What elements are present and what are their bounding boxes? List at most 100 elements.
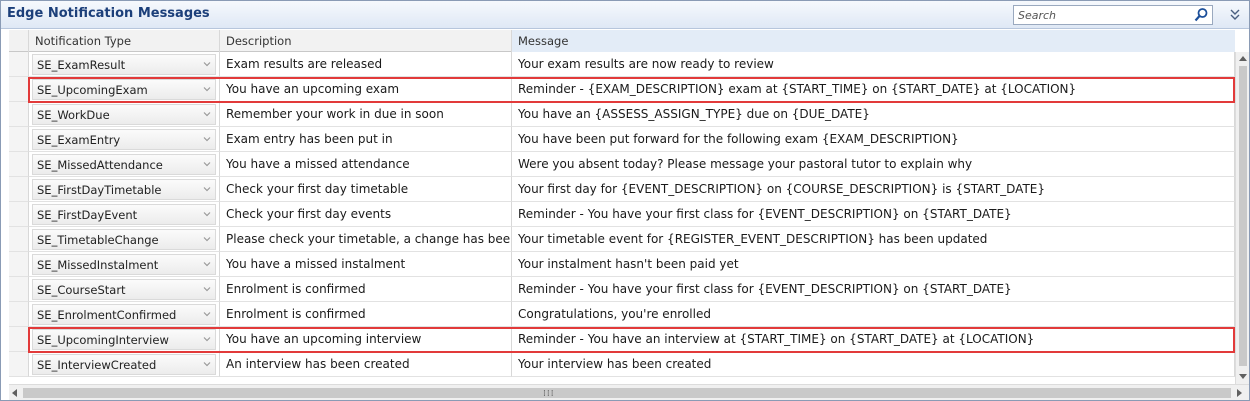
table-row[interactable]: SE_TimetableChange Please check your time… [9, 227, 1235, 252]
chevron-down-icon[interactable] [202, 134, 212, 144]
message-cell[interactable]: You have been put forward for the follow… [512, 127, 1235, 152]
message-cell[interactable]: Reminder - {EXAM_DESCRIPTION} exam at {S… [512, 77, 1235, 102]
vertical-scrollbar[interactable] [1235, 52, 1249, 385]
table-row[interactable]: SE_UpcomingInterview You have an upcoming… [9, 327, 1235, 352]
message-cell[interactable]: Your instalment hasn't been paid yet [512, 252, 1235, 277]
scroll-down-icon[interactable] [1239, 374, 1247, 379]
row-selector[interactable] [9, 152, 29, 177]
scroll-left-icon[interactable] [12, 389, 17, 397]
description-cell[interactable]: You have a missed instalment [220, 252, 512, 277]
message-cell[interactable]: Reminder - You have your first class for… [512, 202, 1235, 227]
row-selector[interactable] [9, 77, 29, 102]
table-row[interactable]: SE_MissedInstalment You have a missed ins… [9, 252, 1235, 277]
chevron-down-icon[interactable] [202, 84, 212, 94]
table-row[interactable]: SE_MissedAttendance You have a missed att… [9, 152, 1235, 177]
description-cell[interactable]: Enrolment is confirmed [220, 302, 512, 327]
message-cell[interactable]: Reminder - You have your first class for… [512, 277, 1235, 302]
notification-type-dropdown[interactable]: SE_InterviewCreated [32, 354, 216, 375]
notification-type-cell[interactable]: SE_MissedInstalment [29, 252, 220, 277]
row-selector[interactable] [9, 52, 29, 77]
notification-type-dropdown[interactable]: SE_WorkDue [32, 104, 216, 125]
notification-type-cell[interactable]: SE_ExamResult [29, 52, 220, 77]
message-cell[interactable]: Reminder - You have an interview at {STA… [512, 327, 1235, 352]
row-selector[interactable] [9, 327, 29, 352]
chevron-down-icon[interactable] [202, 359, 212, 369]
notification-type-cell[interactable]: SE_InterviewCreated [29, 352, 220, 377]
chevron-down-icon[interactable] [202, 284, 212, 294]
notification-type-dropdown[interactable]: SE_UpcomingExam [32, 79, 216, 100]
chevron-down-icon[interactable] [202, 334, 212, 344]
table-row[interactable]: SE_WorkDue Remember your work in due in s… [9, 102, 1235, 127]
table-row[interactable]: SE_FirstDayTimetable Check your first day… [9, 177, 1235, 202]
description-cell[interactable]: You have a missed attendance [220, 152, 512, 177]
table-row[interactable]: SE_ExamResult Exam results are released Yo… [9, 52, 1235, 77]
notification-type-dropdown[interactable]: SE_EnrolmentConfirmed [32, 304, 216, 325]
description-cell[interactable]: Check your first day events [220, 202, 512, 227]
notification-type-dropdown[interactable]: SE_ExamEntry [32, 129, 216, 150]
notification-type-cell[interactable]: SE_UpcomingInterview [29, 327, 220, 352]
notification-type-cell[interactable]: SE_EnrolmentConfirmed [29, 302, 220, 327]
description-cell[interactable]: You have an upcoming interview [220, 327, 512, 352]
message-cell[interactable]: You have an {ASSESS_ASSIGN_TYPE} due on … [512, 102, 1235, 127]
chevron-down-icon[interactable] [202, 309, 212, 319]
notification-type-dropdown[interactable]: SE_ExamResult [32, 54, 216, 75]
notification-type-cell[interactable]: SE_CourseStart [29, 277, 220, 302]
scroll-right-icon[interactable] [1237, 389, 1242, 397]
message-cell[interactable]: Your interview has been created [512, 352, 1235, 377]
search-icon[interactable] [1193, 7, 1209, 23]
message-cell[interactable]: Your timetable event for {REGISTER_EVENT… [512, 227, 1235, 252]
row-selector[interactable] [9, 227, 29, 252]
search-input[interactable] [1014, 6, 1190, 24]
notification-type-dropdown[interactable]: SE_MissedInstalment [32, 254, 216, 275]
row-selector[interactable] [9, 302, 29, 327]
notification-type-dropdown[interactable]: SE_TimetableChange [32, 229, 216, 250]
row-selector[interactable] [9, 252, 29, 277]
notification-type-dropdown[interactable]: SE_MissedAttendance [32, 154, 216, 175]
vertical-scroll-thumb[interactable] [1239, 66, 1247, 366]
search-box[interactable] [1013, 5, 1213, 25]
chevron-down-icon[interactable] [202, 159, 212, 169]
notification-type-cell[interactable]: SE_ExamEntry [29, 127, 220, 152]
message-cell[interactable]: Your first day for {EVENT_DESCRIPTION} o… [512, 177, 1235, 202]
notification-type-cell[interactable]: SE_MissedAttendance [29, 152, 220, 177]
row-selector[interactable] [9, 127, 29, 152]
message-cell[interactable]: Your exam results are now ready to revie… [512, 52, 1235, 77]
notification-type-cell[interactable]: SE_TimetableChange [29, 227, 220, 252]
notification-type-dropdown[interactable]: SE_FirstDayEvent [32, 204, 216, 225]
table-row[interactable]: SE_FirstDayEvent Check your first day eve… [9, 202, 1235, 227]
double-chevron-down-icon[interactable] [1227, 7, 1243, 23]
notification-type-cell[interactable]: SE_UpcomingExam [29, 77, 220, 102]
chevron-down-icon[interactable] [202, 109, 212, 119]
table-row[interactable]: SE_ExamEntry Exam entry has been put in Yo… [9, 127, 1235, 152]
chevron-down-icon[interactable] [202, 184, 212, 194]
description-cell[interactable]: Check your first day timetable [220, 177, 512, 202]
row-selector[interactable] [9, 352, 29, 377]
chevron-down-icon[interactable] [202, 234, 212, 244]
horizontal-scroll-thumb[interactable]: ⁞⁞⁞ [23, 388, 1231, 399]
description-cell[interactable]: Remember your work in due in soon [220, 102, 512, 127]
table-row[interactable]: SE_UpcomingExam You have an upcoming exam… [9, 77, 1235, 102]
column-header-notification-type[interactable]: Notification Type [29, 30, 220, 52]
chevron-down-icon[interactable] [202, 259, 212, 269]
description-cell[interactable]: Exam results are released [220, 52, 512, 77]
notification-type-dropdown[interactable]: SE_CourseStart [32, 279, 216, 300]
description-cell[interactable]: Please check your timetable, a change ha… [220, 227, 512, 252]
chevron-down-icon[interactable] [202, 209, 212, 219]
row-selector[interactable] [9, 202, 29, 227]
notification-type-dropdown[interactable]: SE_UpcomingInterview [32, 329, 216, 350]
notification-type-cell[interactable]: SE_FirstDayEvent [29, 202, 220, 227]
horizontal-scrollbar[interactable]: ⁞⁞⁞ [9, 384, 1249, 400]
message-cell[interactable]: Congratulations, you're enrolled [512, 302, 1235, 327]
row-selector[interactable] [9, 177, 29, 202]
description-cell[interactable]: You have an upcoming exam [220, 77, 512, 102]
row-selector[interactable] [9, 102, 29, 127]
column-header-description[interactable]: Description [220, 30, 512, 52]
notification-type-cell[interactable]: SE_WorkDue [29, 102, 220, 127]
row-selector[interactable] [9, 277, 29, 302]
scroll-up-icon[interactable] [1239, 56, 1247, 61]
description-cell[interactable]: An interview has been created [220, 352, 512, 377]
notification-type-dropdown[interactable]: SE_FirstDayTimetable [32, 179, 216, 200]
table-row[interactable]: SE_CourseStart Enrolment is confirmed Remi… [9, 277, 1235, 302]
column-header-message[interactable]: Message [512, 30, 1235, 52]
table-row[interactable]: SE_EnrolmentConfirmed Enrolment is confir… [9, 302, 1235, 327]
